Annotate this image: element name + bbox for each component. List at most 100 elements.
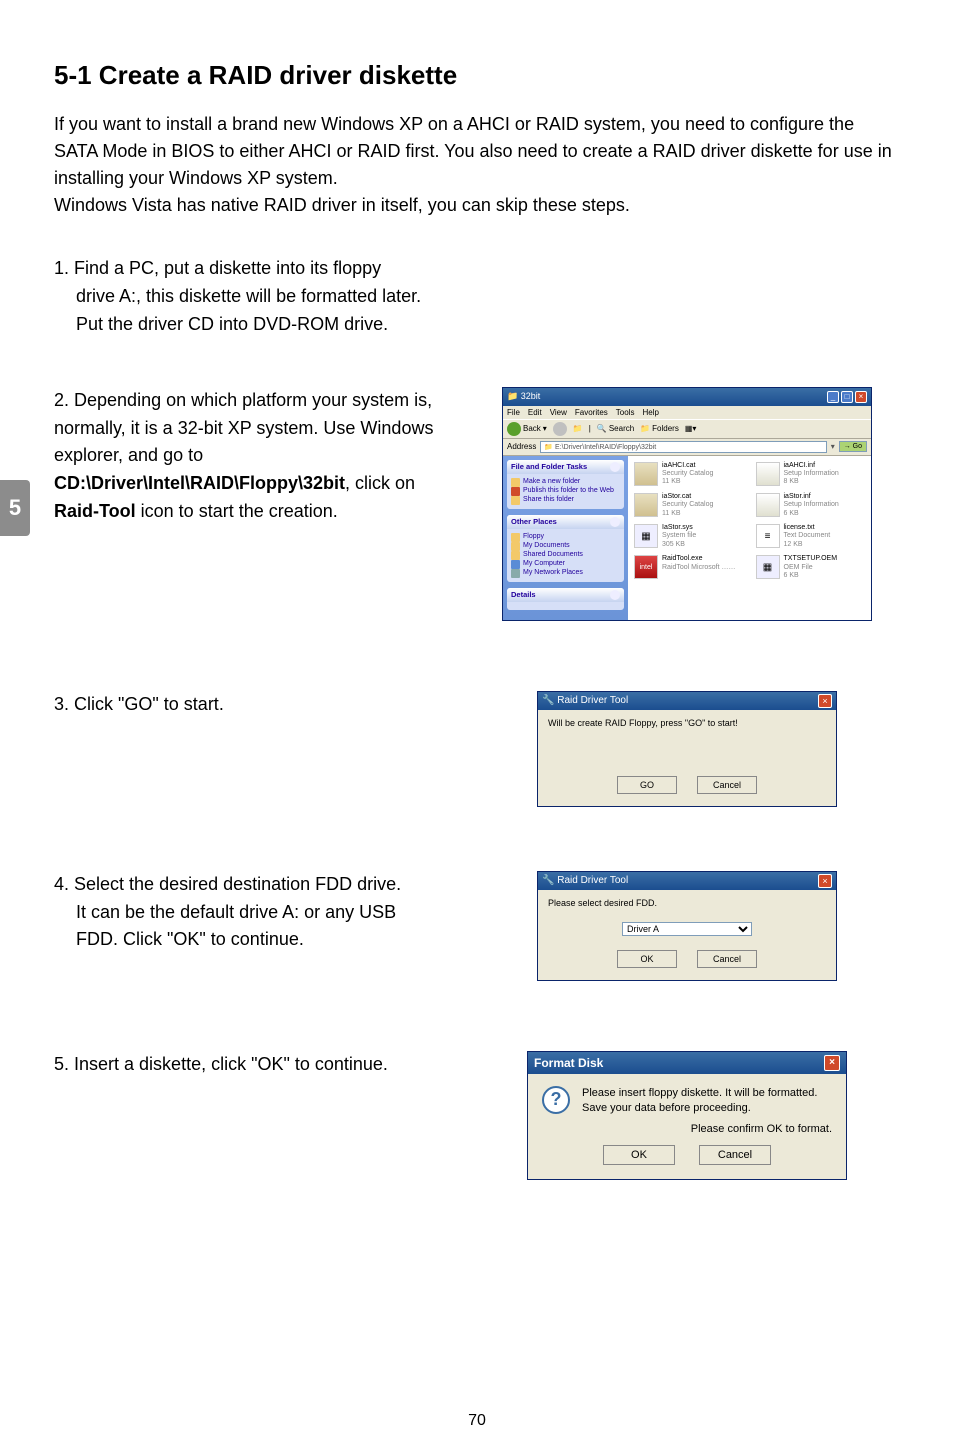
step-3-text: 3. Click "GO" to start. [54,691,474,719]
exe-icon: intel [634,555,658,579]
place-floppy[interactable]: Floppy [511,532,620,541]
cancel-button[interactable]: Cancel [699,1145,771,1165]
step-3: 3. Click "GO" to start. 🔧 Raid Driver To… [54,691,900,811]
task-new-folder[interactable]: Make a new folder [511,477,620,486]
minimize-button[interactable]: _ [827,391,839,403]
cat-icon [634,493,658,517]
places-title: Other Places [511,517,557,527]
tasks-panel: File and Folder Tasks Make a new folder … [507,460,624,509]
question-icon: ? [542,1086,570,1114]
explorer-titlebar: 📁 32bit _ □ × [503,388,871,406]
txt-icon: ≡ [756,524,780,548]
file-item[interactable]: iaAHCI.infSetup Information8 KB [756,462,866,487]
explorer-menubar: File Edit View Favorites Tools Help [503,406,871,419]
explorer-sidebar: File and Folder Tasks Make a new folder … [503,456,628,620]
page-title: 5-1 Create a RAID driver diskette [54,60,900,91]
dialog-confirm-text: Please confirm OK to format. [542,1123,832,1135]
step-2-text: 2. Depending on which platform your syst… [54,387,474,526]
cancel-button[interactable]: Cancel [697,950,757,968]
explorer-addressbar: Address 📁 E:\Driver\Intel\RAID\Floppy\32… [503,439,871,456]
step-4-line1: 4. Select the desired destination FDD dr… [54,871,454,899]
step-2: 2. Depending on which platform your syst… [54,387,900,621]
format-disk-dialog: Format Disk × ? Please insert floppy disk… [527,1051,847,1181]
explorer-title: 📁 32bit [507,391,540,402]
menu-help[interactable]: Help [642,408,658,417]
step-2-pre: 2. Depending on which platform your syst… [54,390,433,466]
places-panel: Other Places Floppy My Documents Shared … [507,515,624,582]
place-network[interactable]: My Network Places [511,568,620,577]
ok-button[interactable]: OK [603,1145,675,1165]
ok-button[interactable]: OK [617,950,677,968]
sys-icon: ▦ [634,524,658,548]
tasks-title: File and Folder Tasks [511,462,587,472]
file-item[interactable]: iaStor.catSecurity Catalog11 KB [634,493,744,518]
step-1: 1. Find a PC, put a diskette into its fl… [54,255,900,339]
step-5-text: 5. Insert a diskette, click "OK" to cont… [54,1051,474,1079]
details-panel: Details [507,588,624,610]
page-number: 70 [0,1412,954,1430]
details-title: Details [511,590,536,600]
explorer-toolbar: Back ▾ 📁 | 🔍 Search 📁 Folders ▦▾ [503,419,871,439]
forward-button[interactable] [553,422,567,436]
menu-file[interactable]: File [507,408,520,417]
folders-button[interactable]: 📁 Folders [640,424,679,433]
raid-tool-dialog-go: 🔧 Raid Driver Tool × Will be create RAID … [537,691,837,807]
back-button[interactable]: Back ▾ [507,422,547,436]
dialog-message: Please insert floppy diskette. It will b… [582,1086,817,1116]
collapse-icon[interactable] [610,517,620,527]
oem-icon: ▦ [756,555,780,579]
step-2-path: CD:\Driver\Intel\RAID\Floppy\32bit [54,473,345,493]
cancel-button[interactable]: Cancel [697,776,757,794]
close-button[interactable]: × [855,391,867,403]
step-5: 5. Insert a diskette, click "OK" to cont… [54,1051,900,1181]
close-button[interactable]: × [824,1055,840,1071]
file-item[interactable]: ▦IaStor.sysSystem file305 KB [634,524,744,549]
raid-tool-dialog-fdd: 🔧 Raid Driver Tool × Please select desire… [537,871,837,981]
menu-tools[interactable]: Tools [616,408,635,417]
menu-edit[interactable]: Edit [528,408,542,417]
go-button[interactable]: GO [617,776,677,794]
step-2-tool: Raid-Tool [54,501,136,521]
collapse-icon[interactable] [610,462,620,472]
fdd-select[interactable]: Driver A [622,922,752,936]
menu-favorites[interactable]: Favorites [575,408,608,417]
step-1-line3: Put the driver CD into DVD-ROM drive. [54,311,454,339]
file-item[interactable]: iaStor.infSetup Information6 KB [756,493,866,518]
go-button[interactable]: → Go [839,441,867,452]
maximize-button[interactable]: □ [841,391,853,403]
address-input[interactable]: 📁 E:\Driver\Intel\RAID\Floppy\32bit [540,441,826,453]
explorer-window: 📁 32bit _ □ × File Edit View Favorites T… [502,387,872,621]
search-button[interactable]: 🔍 Search [597,424,634,433]
place-shared[interactable]: Shared Documents [511,550,620,559]
file-item[interactable]: intelRaidTool.exeRaidTool Microsoft …… [634,555,744,580]
place-mycomputer[interactable]: My Computer [511,559,620,568]
dialog-message: Will be create RAID Floppy, press "GO" t… [548,718,826,728]
expand-icon[interactable] [610,590,620,600]
step-4-line3: FDD. Click "OK" to continue. [54,926,454,954]
step-1-line1: 1. Find a PC, put a diskette into its fl… [54,255,454,283]
step-2-mid: , click on [345,473,415,493]
up-button[interactable]: 📁 [573,424,583,433]
place-mydocs[interactable]: My Documents [511,541,620,550]
step-2-post: icon to start the creation. [136,501,338,521]
dialog-message: Please select desired FDD. [548,898,826,908]
file-pane: iaAHCI.catSecurity Catalog11 KB iaAHCI.i… [628,456,871,620]
menu-view[interactable]: View [550,408,567,417]
inf-icon [756,462,780,486]
file-item[interactable]: ≡license.txtText Document12 KB [756,524,866,549]
step-1-line2: drive A:, this diskette will be formatte… [54,283,454,311]
dialog-title: 🔧 Raid Driver Tool [542,875,628,886]
step-4-line2: It can be the default drive A: or any US… [54,899,454,927]
dialog-title: 🔧 Raid Driver Tool [542,695,628,706]
file-item[interactable]: ▦TXTSETUP.OEMOEM File6 KB [756,555,866,580]
close-button[interactable]: × [818,874,832,888]
inf-icon [756,493,780,517]
views-button[interactable]: ▦▾ [685,424,697,433]
file-item[interactable]: iaAHCI.catSecurity Catalog11 KB [634,462,744,487]
intro-paragraph: If you want to install a brand new Windo… [54,111,900,219]
dialog-title: Format Disk [534,1056,603,1070]
task-publish[interactable]: Publish this folder to the Web [511,486,620,495]
close-button[interactable]: × [818,694,832,708]
task-share[interactable]: Share this folder [511,495,620,504]
address-label: Address [507,442,536,451]
